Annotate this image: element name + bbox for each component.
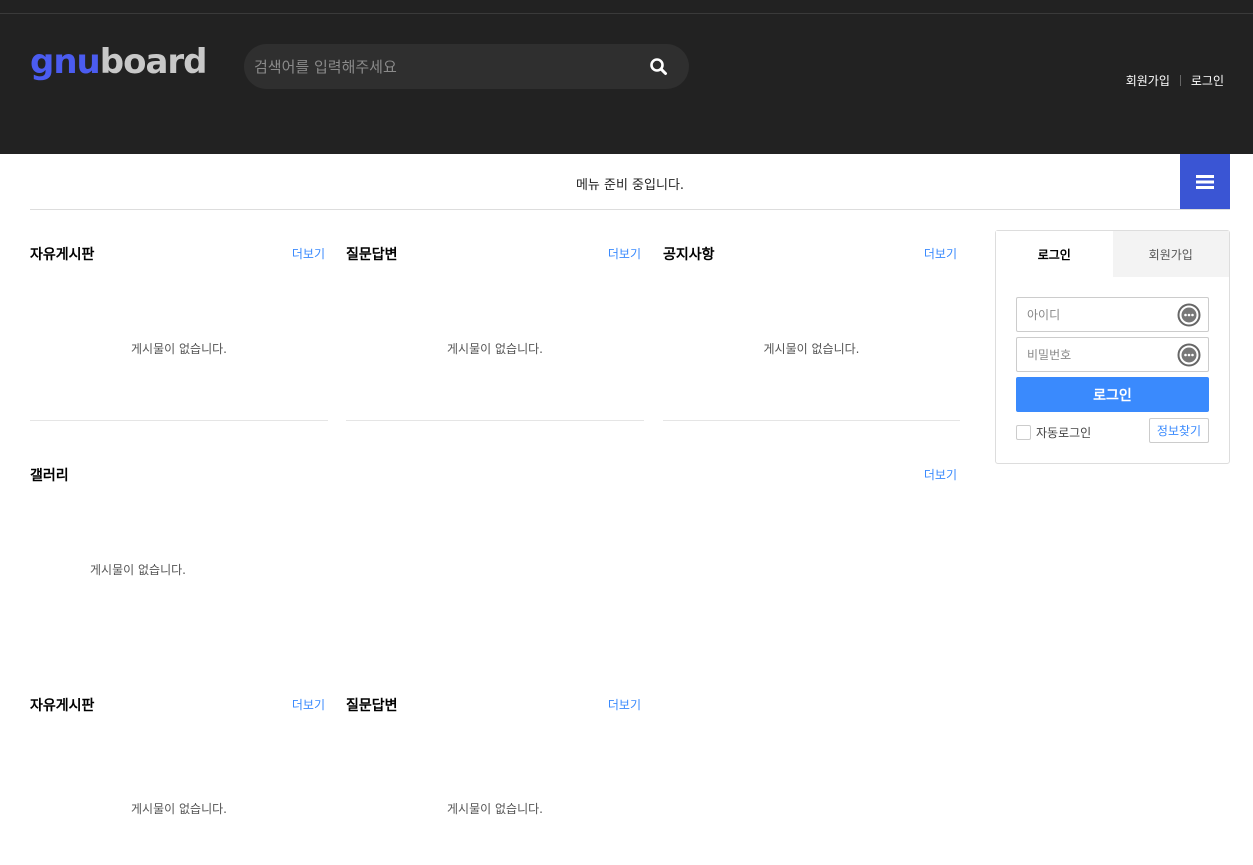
search-button[interactable]: [649, 57, 669, 77]
main-navigation: 메뉴 준비 중입니다.: [30, 154, 1230, 210]
signup-link[interactable]: 회원가입: [1126, 72, 1170, 89]
user-id-field: [1016, 297, 1209, 332]
menu-toggle-button[interactable]: [1180, 154, 1230, 209]
latest-widget-gallery: 갤러리 더보기 게시물이 없습니다.: [30, 465, 960, 645]
tab-signup[interactable]: 회원가입: [1112, 231, 1229, 277]
login-submit-button[interactable]: 로그인: [1016, 377, 1209, 412]
widget-divider: [30, 420, 328, 421]
password-input[interactable]: [1017, 338, 1167, 371]
latest-widget-qa: 질문답변 더보기 게시물이 없습니다.: [346, 244, 644, 421]
user-id-input[interactable]: [1017, 298, 1167, 331]
site-header: gnuboard 회원가입 로그인: [0, 14, 1253, 154]
widget-empty-message: 게시물이 없습니다.: [90, 563, 186, 577]
widget-more-link[interactable]: 더보기: [292, 245, 325, 262]
password-field: [1016, 337, 1209, 372]
widget-more-link[interactable]: 더보기: [924, 245, 957, 262]
login-link[interactable]: 로그인: [1191, 72, 1224, 89]
site-logo[interactable]: gnuboard: [30, 42, 207, 82]
widget-more-link[interactable]: 더보기: [608, 245, 641, 262]
widget-title: 질문답변: [346, 247, 398, 263]
widget-more-link[interactable]: 더보기: [292, 696, 325, 713]
menu-placeholder-text: 메뉴 준비 중입니다.: [575, 178, 685, 193]
widget-more-link[interactable]: 더보기: [608, 696, 641, 713]
hamburger-menu-icon: [1196, 174, 1214, 189]
widget-title: 공지사항: [663, 247, 715, 263]
login-box: 로그인 회원가입 로그인 자동로그인 정보찾기: [995, 230, 1230, 464]
logo-text-gnu: gnu: [30, 42, 101, 82]
widget-divider: [663, 420, 960, 421]
latest-widget-free-board-2: 자유게시판 더보기 게시물이 없습니다.: [30, 695, 328, 865]
widget-divider: [346, 420, 644, 421]
widget-more-link[interactable]: 더보기: [924, 466, 957, 483]
find-info-button[interactable]: 정보찾기: [1149, 418, 1209, 443]
widget-title: 자유게시판: [30, 247, 95, 263]
widget-empty-message: 게시물이 없습니다.: [131, 802, 227, 816]
login-tabs: 로그인 회원가입: [996, 231, 1229, 277]
search-box: [244, 44, 689, 89]
auto-login-label: 자동로그인: [1036, 426, 1092, 440]
auto-login-checkbox[interactable]: [1016, 425, 1031, 440]
widget-empty-message: 게시물이 없습니다.: [447, 342, 543, 356]
widget-empty-message: 게시물이 없습니다.: [131, 342, 227, 356]
ellipsis-circle-icon: [1177, 303, 1201, 327]
auto-login-option[interactable]: 자동로그인: [1016, 424, 1091, 441]
member-links: 회원가입 로그인: [1126, 72, 1224, 89]
top-strip: [0, 0, 1253, 14]
tab-login[interactable]: 로그인: [996, 231, 1113, 277]
link-divider: [1179, 75, 1181, 86]
latest-widget-qa-2: 질문답변 더보기 게시물이 없습니다.: [346, 695, 644, 865]
widget-title: 질문답변: [346, 698, 398, 714]
search-input[interactable]: [254, 44, 634, 89]
search-icon: [650, 58, 667, 75]
logo-text-board: board: [99, 42, 208, 82]
widget-title: 자유게시판: [30, 698, 95, 714]
widget-empty-message: 게시물이 없습니다.: [447, 802, 543, 816]
widget-empty-message: 게시물이 없습니다.: [763, 342, 860, 356]
widget-title: 갤러리: [30, 468, 69, 484]
latest-widget-free-board: 자유게시판 더보기 게시물이 없습니다.: [30, 244, 328, 421]
ellipsis-circle-icon: [1177, 343, 1201, 367]
latest-widget-notice: 공지사항 더보기 게시물이 없습니다.: [663, 244, 960, 421]
